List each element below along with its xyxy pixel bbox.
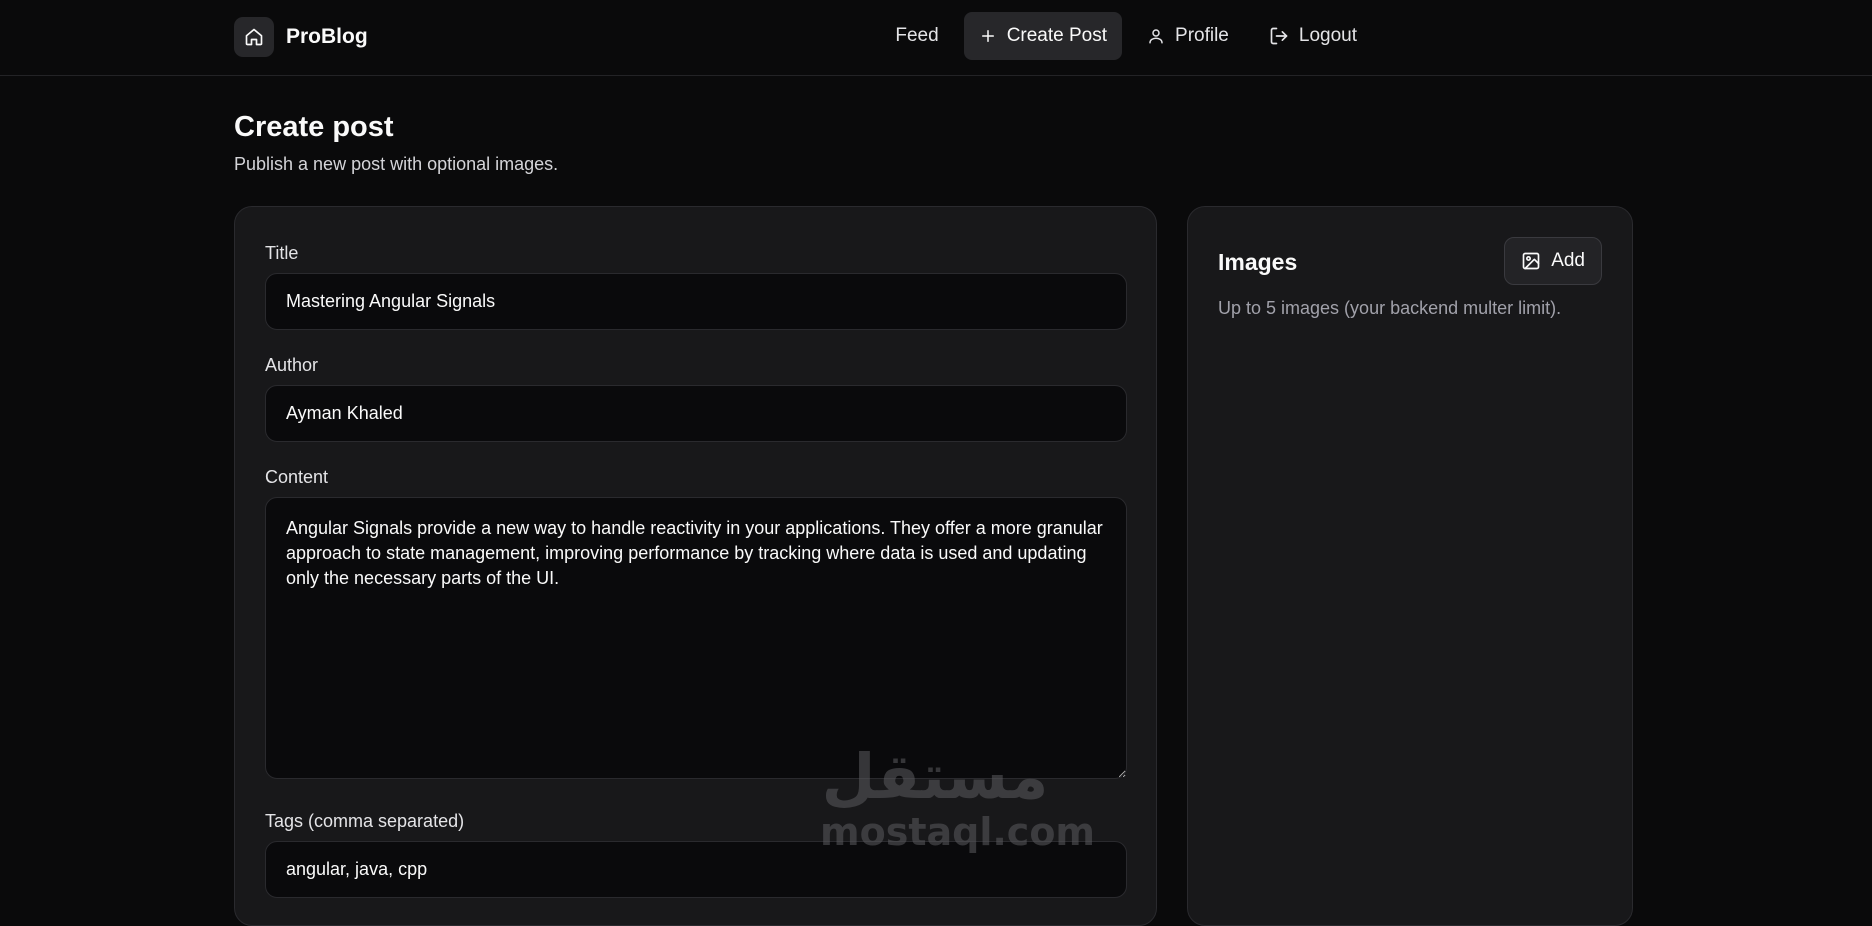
nav-profile[interactable]: Profile [1132,12,1244,60]
nav-logout[interactable]: Logout [1254,12,1372,60]
logout-icon [1270,27,1288,45]
image-icon [1522,252,1540,270]
images-title: Images [1218,249,1298,275]
top-navbar: ProBlog Feed Create Post Profile Logout [0,0,1872,76]
add-image-button[interactable]: Add [1504,237,1602,285]
images-limit-note: Up to 5 images (your backend multer limi… [1218,298,1562,318]
brand-link[interactable]: ProBlog [234,17,368,57]
add-image-label: Add [1551,250,1585,271]
watermark-arabic-text: مستقل [821,740,1049,813]
title-input[interactable] [265,273,1127,330]
nav-create-post[interactable]: Create Post [963,12,1123,60]
brand-name: ProBlog [286,25,368,48]
page-title: Create post [234,111,394,143]
nav-logout-label: Logout [1298,25,1357,46]
tags-label: Tags (comma separated) [265,811,465,831]
content-label: Content [265,467,329,487]
page-subtitle: Publish a new post with optional images. [234,154,559,174]
main-nav: Feed Create Post Profile Logout [870,12,1372,60]
home-icon [234,17,274,57]
plus-icon [981,30,994,42]
nav-profile-label: Profile [1175,25,1229,46]
nav-feed-label: Feed [895,25,939,46]
title-label: Title [265,243,299,263]
user-icon [1149,29,1163,44]
author-input[interactable] [265,385,1127,442]
images-card: Images Add Up to 5 images (your backend … [1187,206,1633,926]
author-label: Author [265,355,319,375]
content-textarea[interactable]: Angular Signals provide a new way to han… [265,497,1127,779]
nav-feed[interactable]: Feed [880,12,953,60]
watermark-logo: مستقل mostaql.com [820,740,1096,857]
nav-create-post-label: Create Post [1006,25,1108,46]
watermark-latin-text: mostaql.com [820,810,1096,854]
